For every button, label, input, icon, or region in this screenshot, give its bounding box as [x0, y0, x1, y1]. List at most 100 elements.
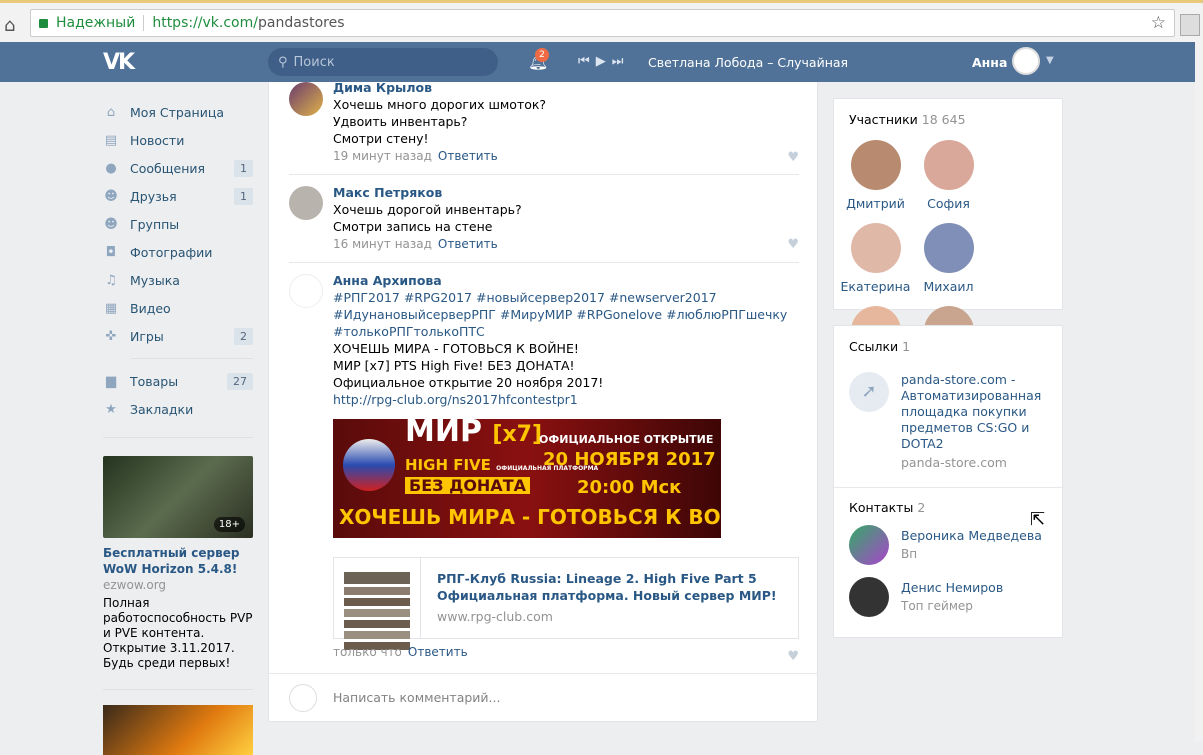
reply-link[interactable]: Ответить: [438, 237, 498, 251]
avatar[interactable]: [1012, 47, 1040, 75]
contact-name[interactable]: Денис Немиров: [901, 579, 1003, 597]
member-name[interactable]: София: [912, 196, 985, 211]
home-icon[interactable]: ⌂: [4, 15, 15, 36]
member-name[interactable]: Дмитрий: [839, 196, 912, 211]
promo-banner-image[interactable]: МИР [x7] HIGH FIVE ОФИЦИАЛЬНАЯ ПЛАТФОРМА…: [333, 419, 721, 538]
timestamp: 16 минут назад: [333, 237, 432, 251]
groups-icon: ☻: [104, 217, 118, 232]
sidebar-item[interactable]: ▆ Товары 27: [103, 367, 253, 395]
post-link[interactable]: http://rpg-club.org/ns2017hfcontestpr1: [333, 391, 799, 408]
hashtags[interactable]: #РПГ2017 #RPG2017 #новыйсервер2017 #news…: [333, 289, 799, 340]
member[interactable]: Дмитрий: [839, 140, 912, 223]
sidebar-item[interactable]: ● Сообщения 1: [103, 154, 253, 182]
sidebar-item[interactable]: ◘ Фотографии: [103, 238, 253, 266]
avatar[interactable]: [923, 223, 974, 273]
sidebar-item[interactable]: ☻ Друзья 1: [103, 182, 253, 210]
divider: [103, 437, 253, 438]
avatar[interactable]: [849, 525, 889, 565]
timestamp: только что: [333, 645, 402, 659]
next-icon[interactable]: ⏭: [612, 54, 630, 69]
link-arrow-icon: ➚: [849, 372, 889, 412]
search-input[interactable]: ⚲ Поиск: [268, 48, 498, 76]
reply-link[interactable]: Ответить: [438, 149, 498, 163]
link-item[interactable]: ➚ panda-store.com - Автоматизированная пл…: [834, 354, 1062, 471]
address-bar[interactable]: Надежный https://vk.com/pandastores ☆: [30, 9, 1175, 37]
sidebar-item[interactable]: ▦ Видео: [103, 294, 253, 322]
extension-icon[interactable]: [1180, 14, 1200, 36]
play-icon[interactable]: ▶: [596, 54, 612, 69]
vk-logo[interactable]: VK: [103, 50, 135, 75]
reply-link[interactable]: Ответить: [408, 645, 468, 659]
ad-text: Полная работоспособность PVP и PVE конте…: [103, 596, 253, 670]
links-title: Ссылки: [849, 339, 899, 354]
ad-image-2[interactable]: [103, 689, 253, 755]
like-heart-icon[interactable]: ♥: [787, 649, 799, 664]
messages-icon: ●: [105, 161, 117, 176]
sidebar-item-label: Друзья: [130, 188, 177, 204]
contact-name[interactable]: Вероника Медведева: [901, 527, 1042, 545]
user-name[interactable]: Анна: [972, 55, 1007, 70]
like-heart-icon[interactable]: ♥: [787, 237, 799, 252]
author-name[interactable]: Анна Архипова: [333, 272, 799, 289]
ad-block[interactable]: 18+ Бесплатный сервер WoW Horizon 5.4.8!…: [103, 456, 253, 671]
members-title[interactable]: Участники: [849, 112, 918, 127]
author-name[interactable]: Дима Крылов: [333, 79, 799, 96]
player-controls[interactable]: ⏮▶⏭: [578, 54, 629, 69]
sidebar-item-label: Товары: [130, 373, 179, 389]
url-text[interactable]: https://vk.com/pandastores: [152, 15, 344, 31]
link-preview-card[interactable]: РПГ-Клуб Russia: Lineage 2. High Five Pa…: [333, 557, 799, 650]
avatar[interactable]: [923, 140, 974, 190]
bookmark-star-icon[interactable]: ☆: [1151, 13, 1166, 33]
link-title[interactable]: РПГ-Клуб Russia: Lineage 2. High Five Pa…: [437, 570, 782, 604]
comment-text: Хочешь дорогой инвентарь?: [333, 202, 522, 217]
sidebar-item-label: Музыка: [130, 272, 180, 288]
prev-icon[interactable]: ⏮: [578, 54, 596, 69]
avatar: [289, 683, 317, 712]
current-track[interactable]: Светлана Лобода – Случайная: [648, 55, 848, 70]
sidebar-item[interactable]: ☻ Группы: [103, 210, 253, 238]
camera-icon: ◘: [105, 245, 117, 260]
avatar[interactable]: [289, 186, 323, 220]
member[interactable]: Екатерина: [839, 223, 912, 306]
comment-placeholder: Написать комментарий...: [333, 690, 501, 705]
member-name[interactable]: Михаил: [912, 279, 985, 294]
sidebar-item[interactable]: ▤ Новости: [103, 126, 253, 154]
contact-item[interactable]: Денис Немиров Топ геймер: [834, 571, 1062, 623]
count-badge: 1: [234, 159, 253, 177]
contact-desc: Вп: [901, 547, 918, 561]
sidebar-item[interactable]: ♫ Музыка: [103, 266, 253, 294]
avatar[interactable]: [850, 223, 901, 273]
new-comment-input[interactable]: Написать комментарий...: [269, 673, 817, 721]
member[interactable]: Михаил: [912, 223, 985, 306]
avatar[interactable]: [289, 82, 323, 116]
member-name[interactable]: Екатерина: [839, 279, 912, 294]
link-name[interactable]: panda-store.com - Автоматизированная пло…: [901, 372, 1047, 452]
sidebar-item[interactable]: ⌂ Моя Страница: [103, 98, 253, 126]
sidebar-item[interactable]: ★ Закладки: [103, 395, 253, 423]
banner-text: БЕЗ ДОНАТА: [405, 477, 530, 494]
notification-badge: 2: [535, 48, 549, 62]
sidebar-item-label: Новости: [130, 132, 185, 148]
search-placeholder: Поиск: [293, 54, 335, 70]
avatar[interactable]: [849, 577, 889, 617]
like-heart-icon[interactable]: ♥: [787, 150, 799, 165]
browser-chrome: ⌂ Надежный https://vk.com/pandastores ☆: [0, 0, 1203, 42]
link-domain: www.rpg-club.com: [437, 609, 553, 624]
count-badge: 2: [234, 327, 253, 345]
contact-item[interactable]: Вероника Медведева Вп: [834, 519, 1062, 571]
author-name[interactable]: Макс Петряков: [333, 184, 799, 201]
ad-title[interactable]: Бесплатный сервер WoW Horizon 5.4.8!: [103, 545, 253, 577]
comment-text: Хочешь много дорогих шмоток?: [333, 97, 547, 112]
sidebar-item-label: Игры: [130, 328, 164, 344]
ad-image[interactable]: 18+: [103, 456, 253, 538]
sidebar-item[interactable]: ✜ Игры 2: [103, 322, 253, 350]
news-icon: ▤: [104, 133, 118, 148]
avatar[interactable]: [850, 140, 901, 190]
vk-header: VK ⚲ Поиск 🔔︎ 2 ⏮▶⏭ Светлана Лобода – Слу…: [0, 42, 1203, 82]
avatar[interactable]: [289, 274, 323, 308]
banner-text: HIGH FIVE: [405, 456, 491, 474]
scrollbar[interactable]: [1195, 42, 1203, 742]
chevron-down-icon[interactable]: ▼: [1046, 55, 1054, 66]
comment-text: ХОЧЕШЬ МИРА - ГОТОВЬСЯ К ВОЙНЕ!: [333, 341, 579, 356]
member[interactable]: София: [912, 140, 985, 223]
